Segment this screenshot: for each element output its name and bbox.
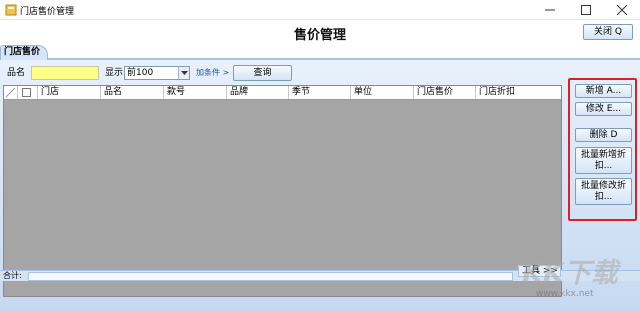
show-select-value: 前100 [127,68,154,78]
window-titlebar: 门店售价管理 [0,0,640,20]
batch-edit-discount-button[interactable]: 批量修改折扣... [575,178,632,205]
grid-header: 门店 品名 款号 品牌 季节 单位 门店售价 门店折扣 [4,86,561,100]
name-label: 品名 [7,68,26,78]
watermark-url: www.kkx.net [536,289,594,299]
column-header-unit[interactable]: 单位 [350,86,413,99]
watermark-text: KK下载 [522,258,618,289]
column-header-style-no[interactable]: 款号 [163,86,226,99]
tab-strip: 门店售价 [0,44,640,60]
window-close-button[interactable] [604,0,640,20]
close-button[interactable]: 关闭 Q [583,24,633,40]
data-grid[interactable]: 门店 品名 款号 品牌 季节 单位 门店售价 门店折扣 [3,85,562,297]
add-condition-link[interactable]: 加条件 > [196,67,229,78]
column-header-product-name[interactable]: 品名 [100,86,163,99]
tab-store-price[interactable]: 门店售价 [0,45,48,60]
minimize-icon [545,9,555,11]
page-title: 售价管理 [293,28,346,43]
action-panel: 新增 A... 修改 E... 删除 D 批量新增折扣... 批量修改折扣... [568,78,637,221]
sum-label: 合计: [3,271,22,280]
show-select[interactable]: 前100 [124,66,190,80]
close-icon [617,5,627,15]
app-icon [5,4,17,16]
column-header-season[interactable]: 季节 [288,86,350,99]
select-all-checkbox[interactable] [22,88,31,97]
edit-button[interactable]: 修改 E... [575,102,632,116]
row-header-corner [4,86,18,99]
show-label: 显示 [105,68,124,78]
batch-add-discount-button[interactable]: 批量新增折扣... [575,147,632,174]
window-title: 门店售价管理 [20,7,75,17]
name-input[interactable] [31,66,99,80]
maximize-icon [581,5,591,15]
sum-field [28,272,513,281]
chevron-down-icon[interactable] [178,67,189,79]
column-header-store[interactable]: 门店 [37,86,100,99]
maximize-button[interactable] [568,0,604,20]
column-header-store-discount[interactable]: 门店折扣 [475,86,561,99]
column-header-store-price[interactable]: 门店售价 [413,86,475,99]
minimize-button[interactable] [532,0,568,20]
page-header: 售价管理 [0,20,640,44]
delete-button[interactable]: 删除 D [575,128,632,142]
add-button[interactable]: 新增 A... [575,84,632,98]
query-button[interactable]: 查询 [233,65,292,81]
column-header-brand[interactable]: 品牌 [226,86,288,99]
watermark: KK下载 www.kkx.net [522,258,634,302]
